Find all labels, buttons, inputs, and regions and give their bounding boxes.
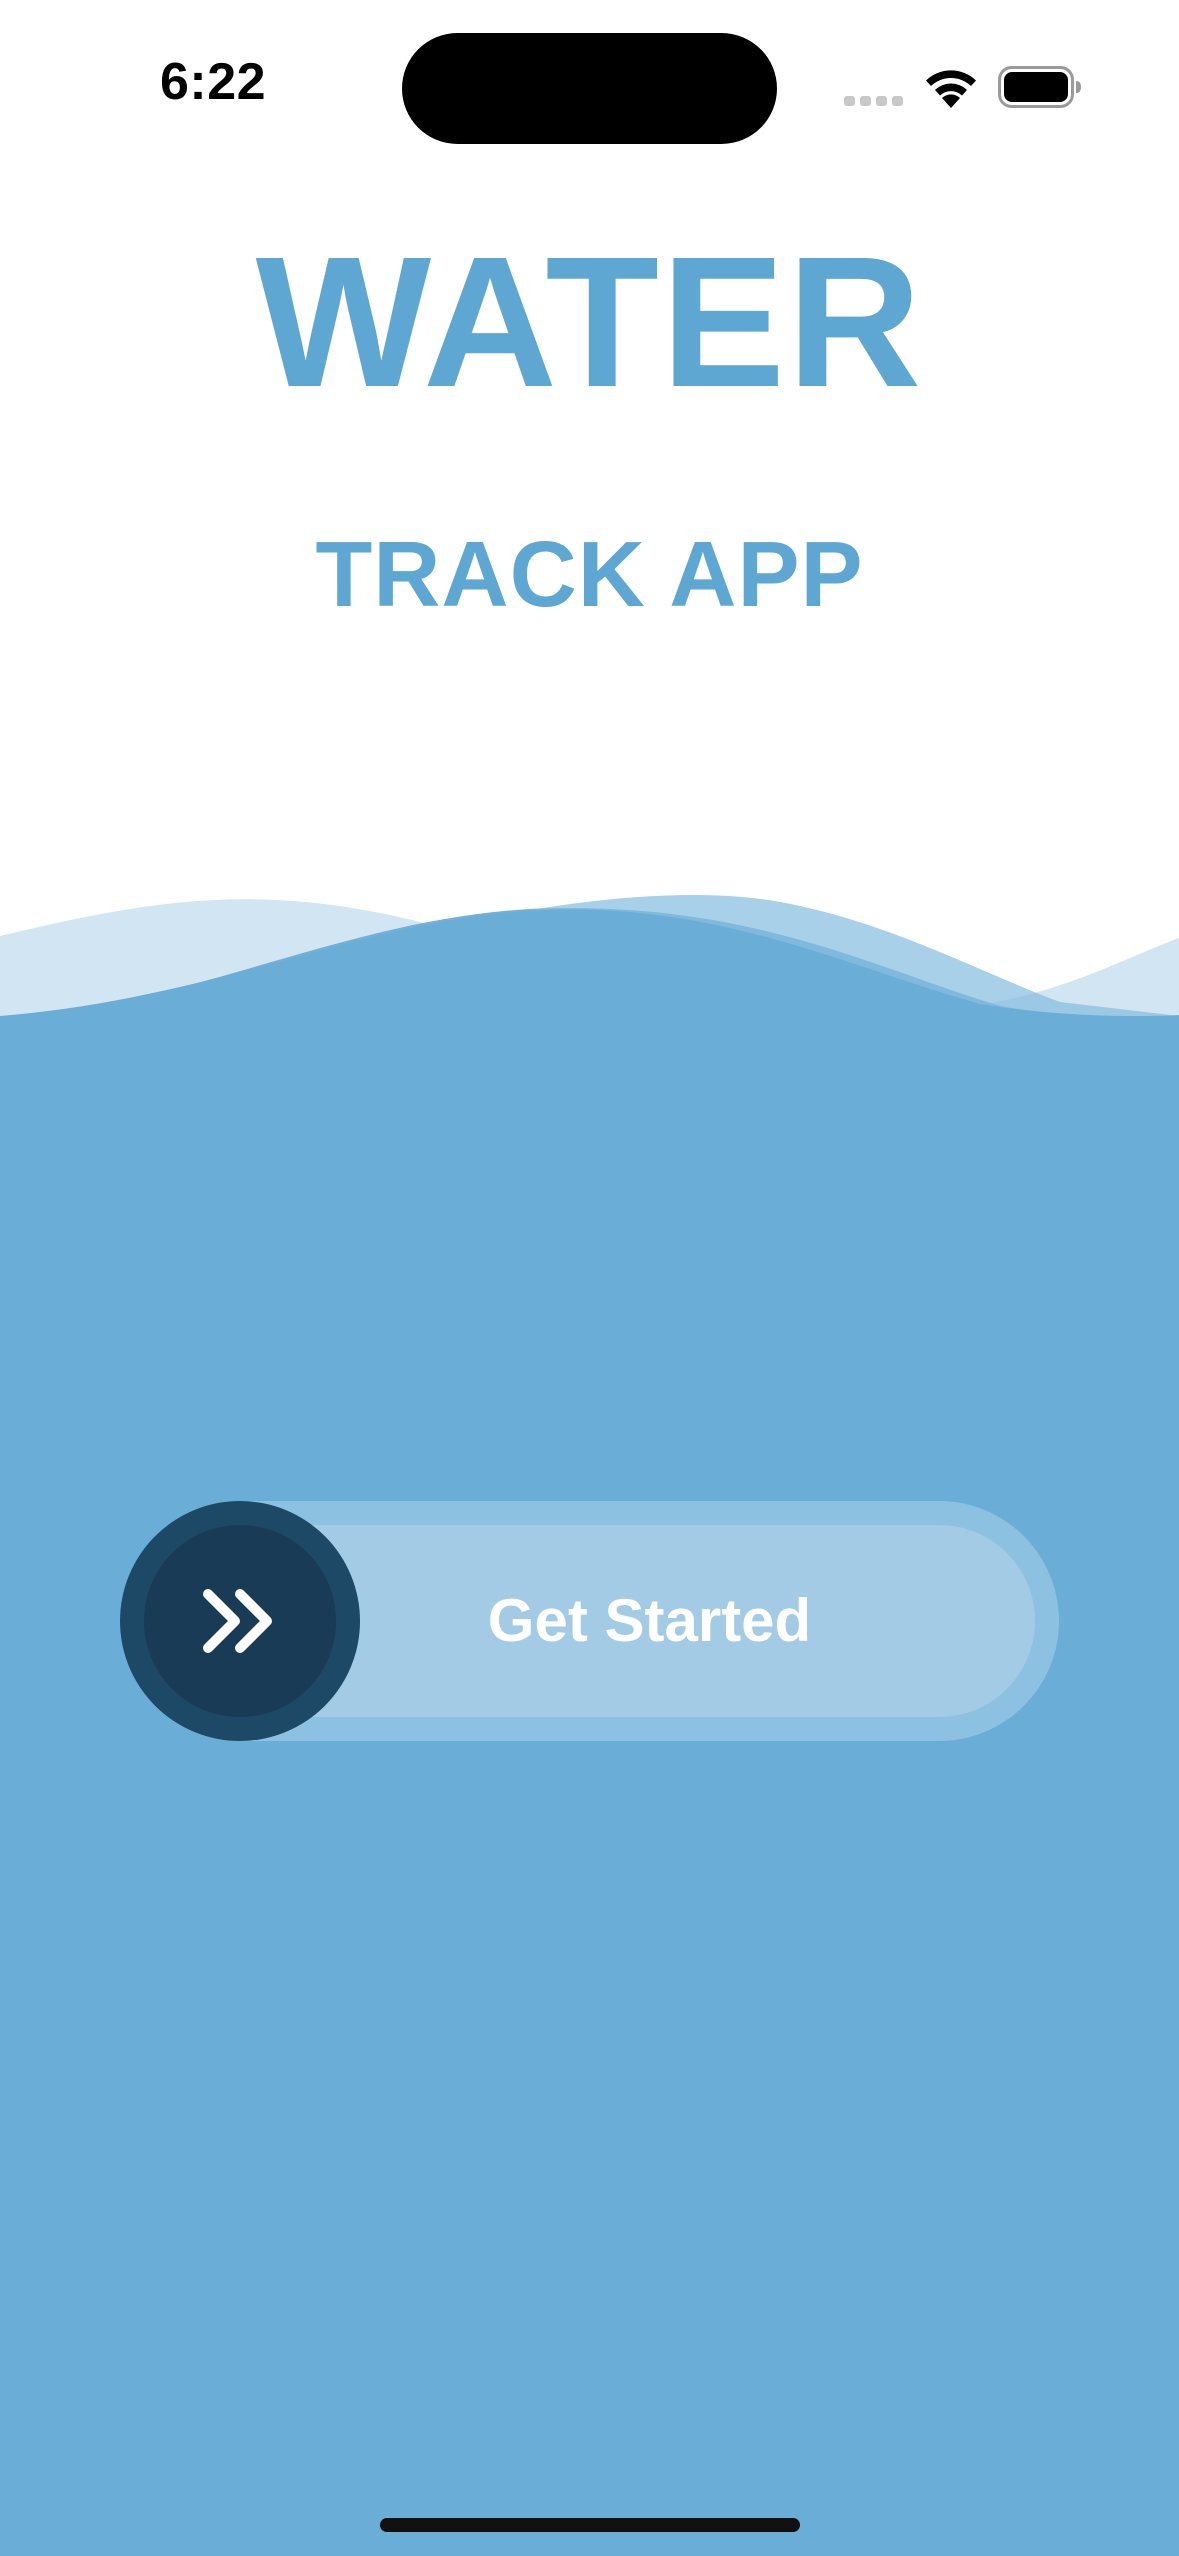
- water-waves: [0, 894, 1179, 1020]
- cellular-signal-icon: [844, 96, 903, 106]
- slider-knob[interactable]: [120, 1501, 360, 1741]
- battery-icon: [998, 66, 1081, 108]
- dynamic-island: [402, 33, 777, 144]
- app-title: WATER: [255, 219, 924, 426]
- get-started-slider[interactable]: Get Started: [120, 1501, 1059, 1741]
- home-indicator[interactable]: [380, 2518, 800, 2532]
- status-time: 6:22: [160, 53, 267, 111]
- app-subtitle: TRACK APP: [315, 522, 864, 626]
- wifi-icon: [926, 70, 976, 108]
- water-body: [0, 1016, 1179, 2556]
- get-started-label: Get Started: [487, 1587, 812, 1654]
- onboarding-screen: 6:22 WATER TRACK APP Get Started: [0, 0, 1179, 2556]
- double-chevron-right-icon: [203, 1589, 272, 1653]
